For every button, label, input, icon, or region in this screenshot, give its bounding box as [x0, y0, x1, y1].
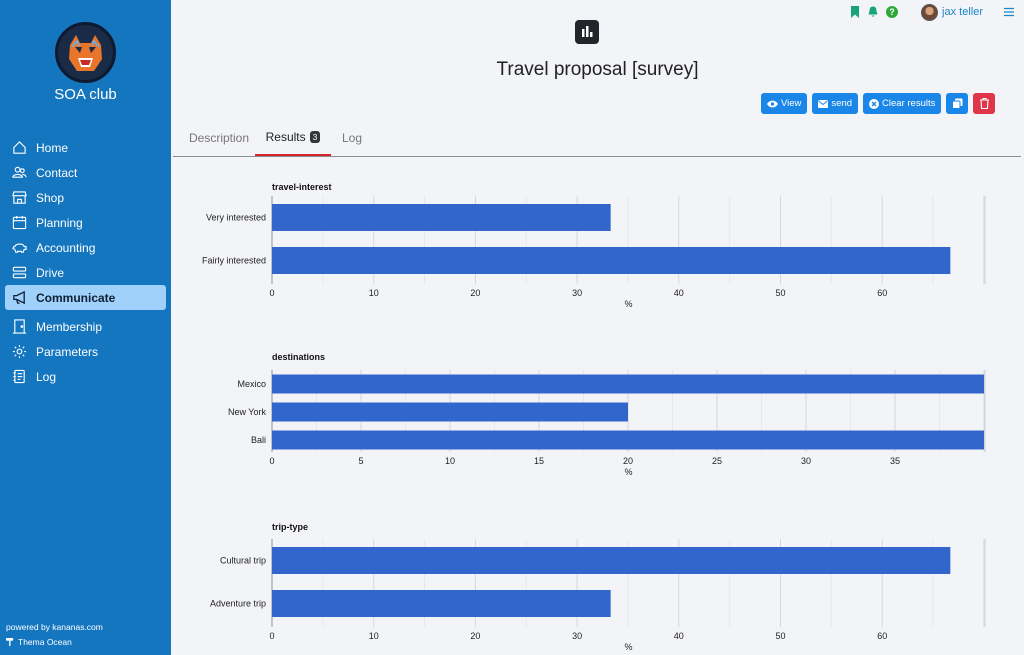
tick-label: 10	[445, 456, 455, 466]
category-label: Bali	[251, 435, 266, 445]
bar	[272, 402, 628, 422]
axis-title: %	[624, 642, 632, 652]
tick-label: 35	[890, 456, 900, 466]
category-label: New York	[228, 407, 267, 417]
tick-label: 20	[470, 288, 480, 298]
tick-label: 40	[674, 631, 684, 641]
tick-label: 5	[358, 456, 363, 466]
category-label: Mexico	[237, 379, 266, 389]
tick-label: 0	[269, 288, 274, 298]
tick-label: 15	[534, 456, 544, 466]
tick-label: 40	[674, 288, 684, 298]
category-label: Very interested	[206, 213, 266, 223]
bar	[272, 590, 611, 617]
tick-label: 10	[369, 631, 379, 641]
bar	[272, 204, 611, 231]
tick-label: 0	[269, 456, 274, 466]
tick-label: 25	[712, 456, 722, 466]
axis-title: %	[624, 299, 632, 309]
tick-label: 20	[623, 456, 633, 466]
tick-label: 50	[775, 288, 785, 298]
tick-label: 60	[877, 288, 887, 298]
bar	[272, 430, 984, 450]
tick-label: 30	[572, 288, 582, 298]
tick-label: 0	[269, 631, 274, 641]
tick-label: 30	[572, 631, 582, 641]
bar	[272, 547, 951, 574]
category-label: Adventure trip	[210, 599, 266, 609]
tick-label: 60	[877, 631, 887, 641]
bar	[272, 374, 984, 394]
tick-label: 30	[801, 456, 811, 466]
tick-label: 20	[470, 631, 480, 641]
category-label: Fairly interested	[202, 256, 266, 266]
category-label: Cultural trip	[220, 556, 266, 566]
tick-label: 10	[369, 288, 379, 298]
tick-label: 50	[775, 631, 785, 641]
bar	[272, 247, 951, 274]
axis-title: %	[624, 467, 632, 477]
survey-results-charts: Very interested Fairly interested 0 10 20 30 4…	[202, 196, 986, 652]
